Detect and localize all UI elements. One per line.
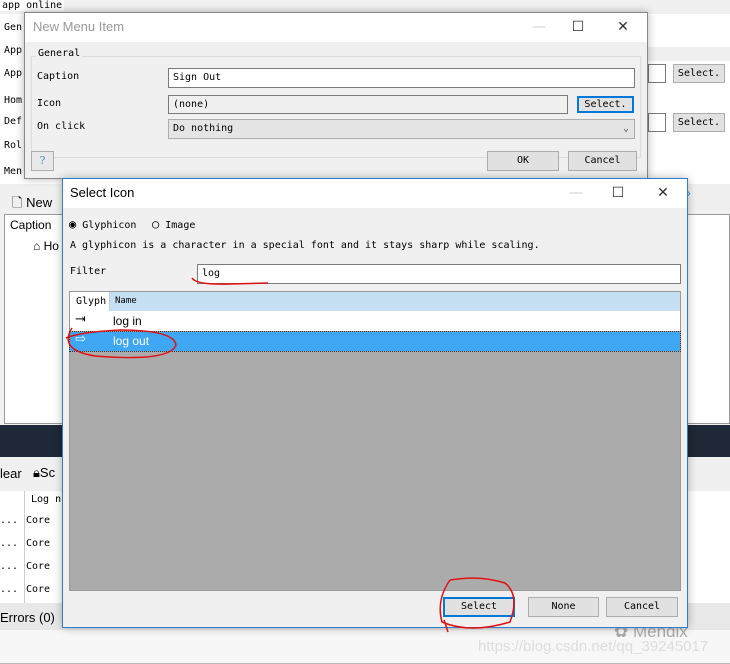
log-out-circle-annotation [65, 327, 177, 359]
red-annotations [65, 277, 515, 633]
select-circle-annotation [439, 577, 515, 633]
filter-underline-annotation [191, 277, 269, 285]
